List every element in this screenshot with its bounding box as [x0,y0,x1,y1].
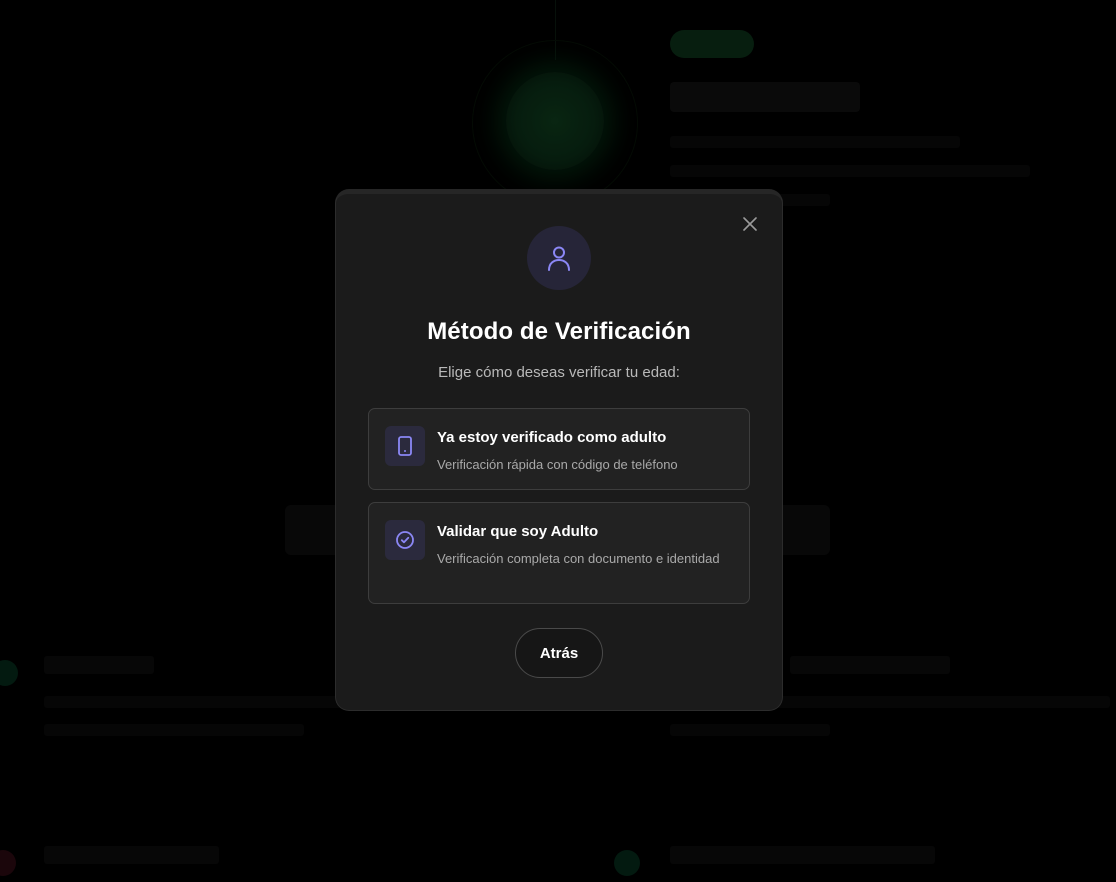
option-title: Validar que soy Adulto [437,523,599,540]
option-title: Ya estoy verificado como adulto [437,429,667,446]
modal-subtitle: Elige cómo deseas verificar tu edad: [438,364,680,381]
header-avatar [527,226,591,290]
user-icon [548,246,570,271]
close-button[interactable] [740,214,760,234]
back-button[interactable]: Atrás [515,628,603,678]
close-icon [743,217,757,231]
option-icon-tile [385,426,425,466]
verification-method-modal: Método de Verificación Elige cómo deseas… [335,189,783,711]
option-description: Verificación rápida con código de teléfo… [437,457,678,472]
modal-title: Método de Verificación [427,318,691,345]
phone-icon [398,436,412,456]
option-icon-tile [385,520,425,560]
option-description: Verificación completa con documento e id… [437,551,720,566]
option-already-verified[interactable]: Ya estoy verificado como adulto Verifica… [368,408,750,490]
option-validate-adult[interactable]: Validar que soy Adulto Verificación comp… [368,502,750,604]
check-circle-icon [396,531,414,549]
